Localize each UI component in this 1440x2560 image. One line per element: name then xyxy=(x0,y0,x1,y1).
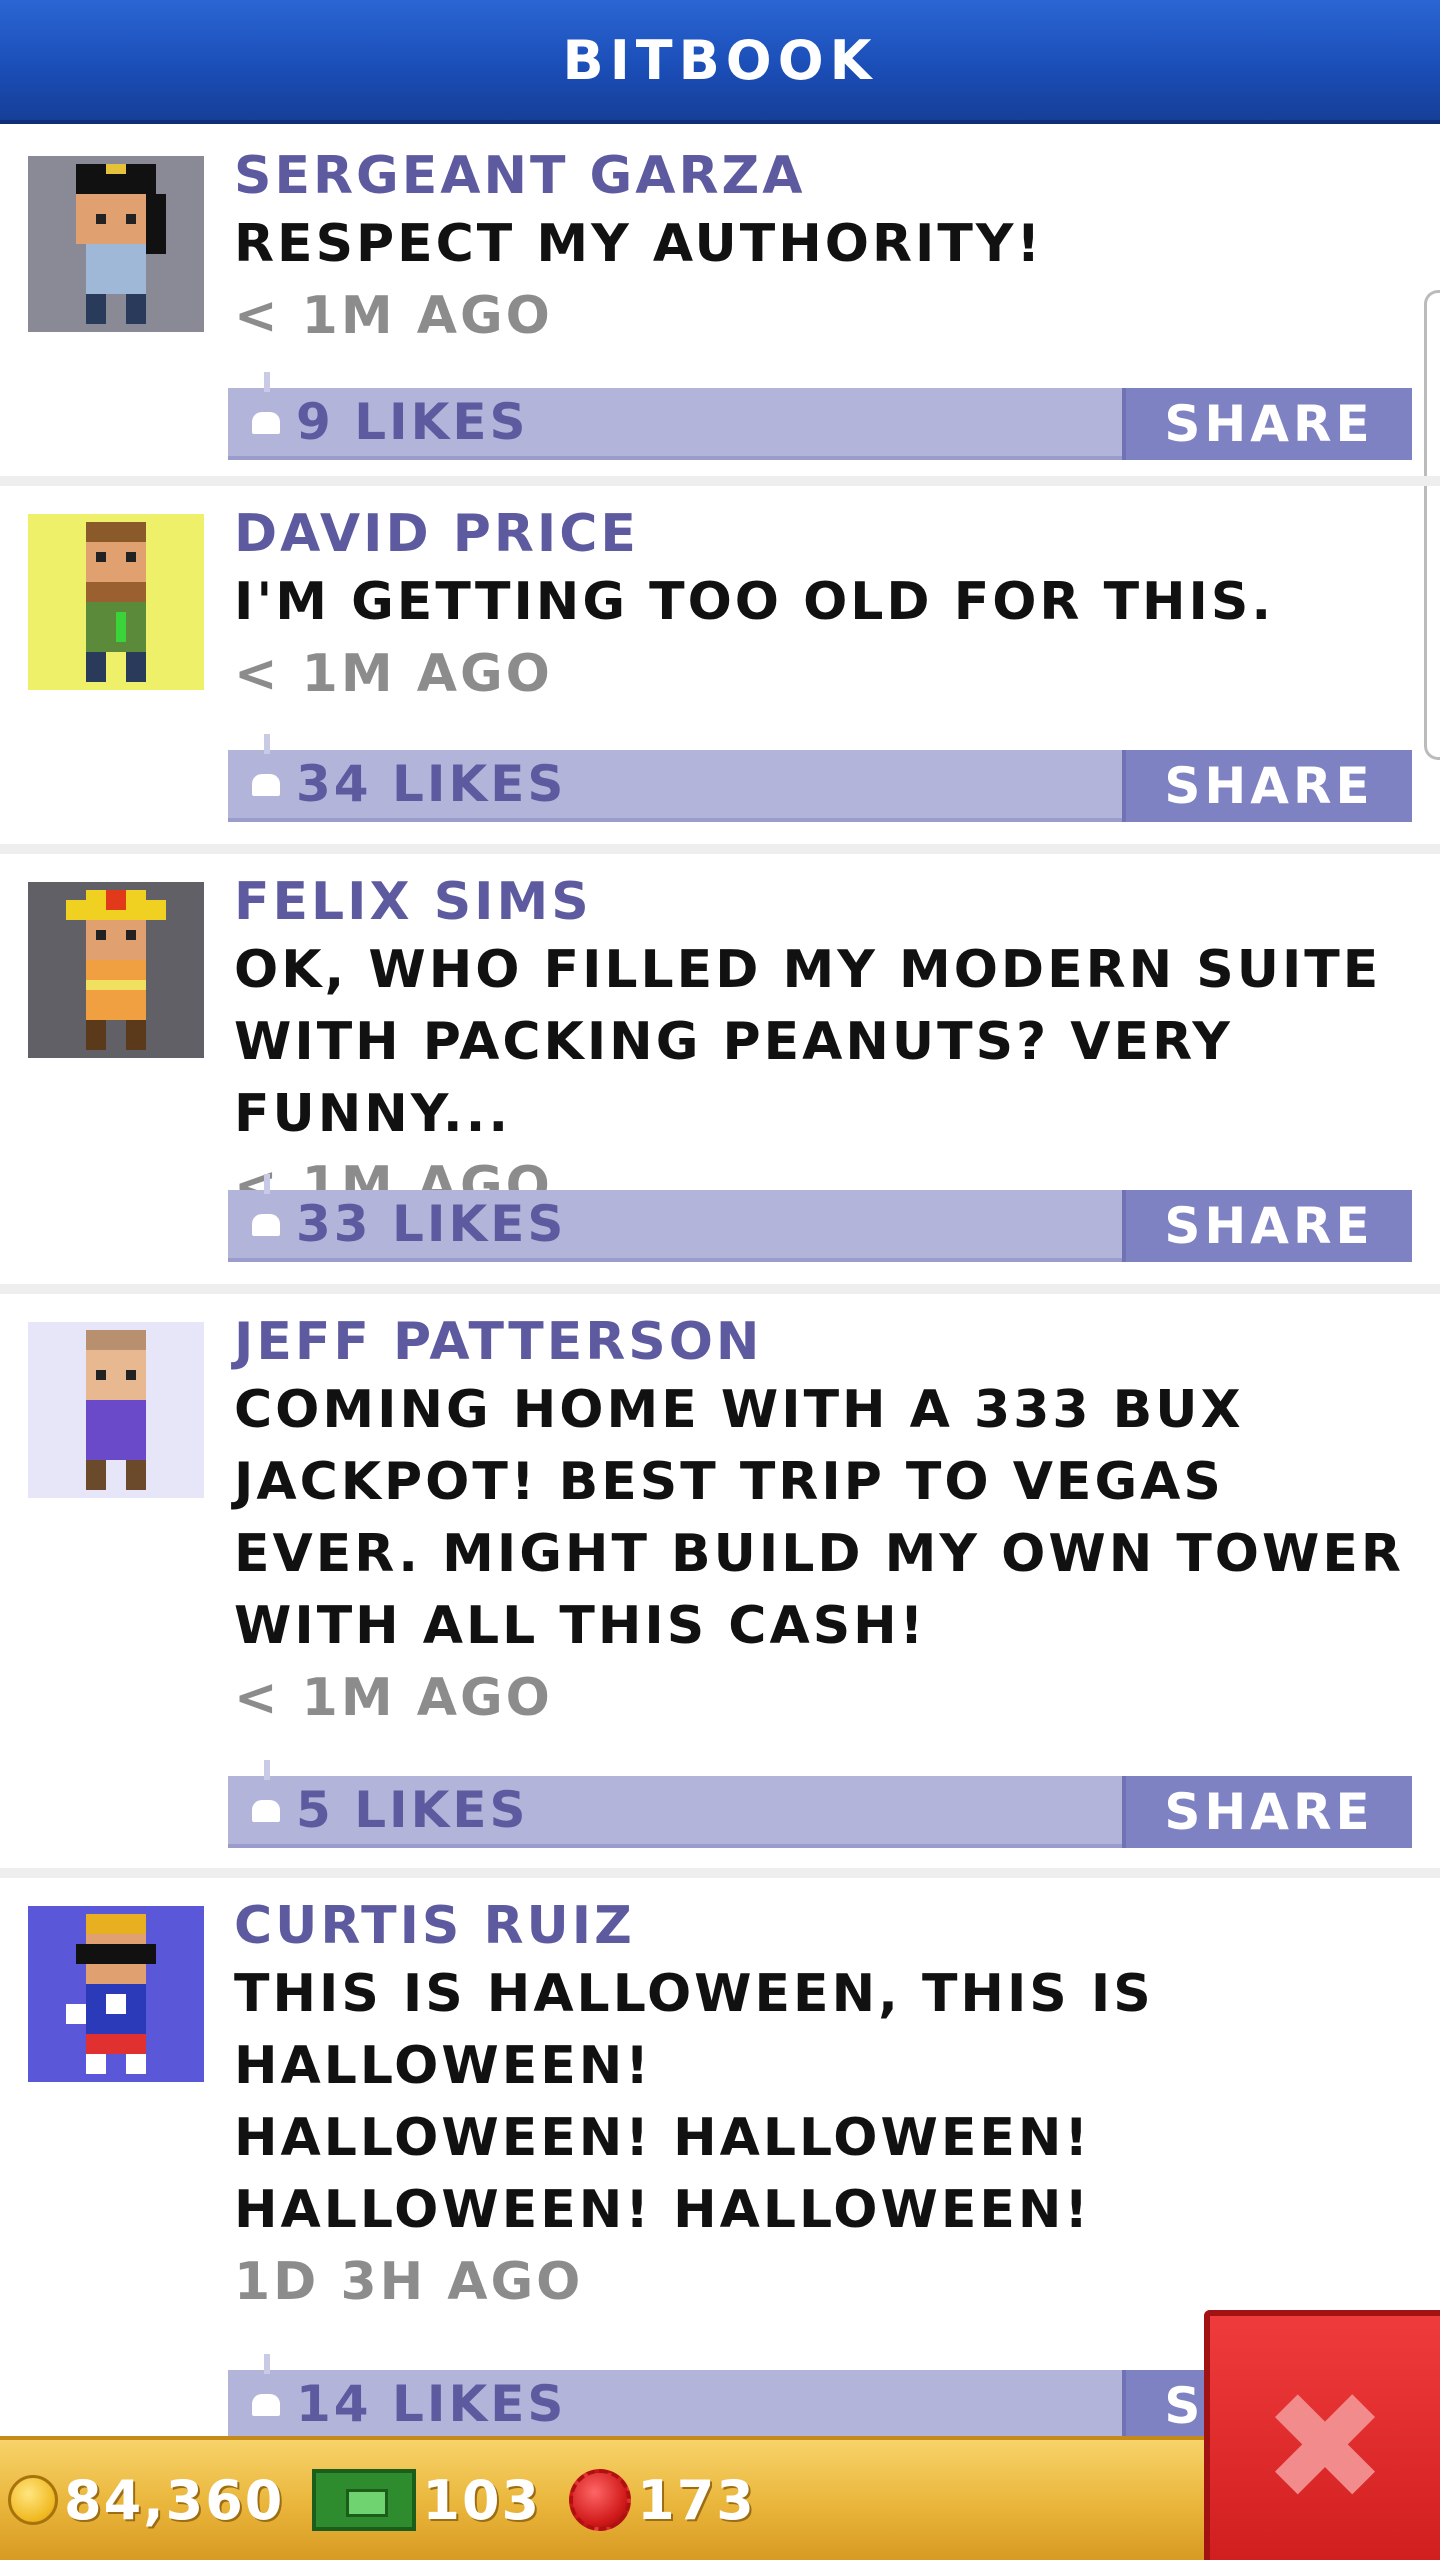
post-item: FELIX SIMS OK, WHO FILLED MY MODERN SUIT… xyxy=(0,854,1440,1294)
post-author[interactable]: CURTIS RUIZ xyxy=(234,1894,1412,1958)
avatar[interactable] xyxy=(28,156,204,332)
post-time: < 1M AGO xyxy=(234,286,553,346)
post-actions: 33 LIKES SHARE xyxy=(228,1174,1412,1262)
avatar[interactable] xyxy=(28,1322,204,1498)
post-message: RESPECT MY AUTHORITY! xyxy=(234,214,1044,274)
post-content: FELIX SIMS OK, WHO FILLED MY MODERN SUIT… xyxy=(234,870,1412,1222)
bux-icon xyxy=(312,2469,417,2531)
post-content: JEFF PATTERSON COMING HOME WITH A 333 BU… xyxy=(234,1310,1412,1734)
share-button[interactable]: SHARE xyxy=(1122,750,1412,822)
like-count[interactable]: 5 LIKES xyxy=(296,1781,529,1839)
post-content: SERGEANT GARZA RESPECT MY AUTHORITY! < 1… xyxy=(234,144,1412,352)
bald-character-icon xyxy=(86,1330,146,1490)
like-count[interactable]: 34 LIKES xyxy=(296,755,566,813)
post-message: I'M GETTING TOO OLD FOR THIS. xyxy=(234,572,1275,632)
coins-value: 84,360 xyxy=(64,2468,285,2532)
share-button[interactable]: SHARE xyxy=(1122,1190,1412,1262)
post-time: < 1M AGO xyxy=(234,644,553,704)
post-actions: 5 LIKES SHARE xyxy=(228,1760,1412,1848)
post-time: < 1M AGO xyxy=(234,1668,553,1728)
post-content: CURTIS RUIZ THIS IS HALLOWEEN, THIS IS H… xyxy=(234,1894,1412,2318)
gems-stat: 173 xyxy=(569,2469,756,2532)
like-icon[interactable] xyxy=(238,1760,290,1846)
like-count[interactable]: 14 LIKES xyxy=(296,2375,566,2433)
bux-stat: 103 xyxy=(312,2469,541,2532)
like-icon[interactable] xyxy=(238,372,290,458)
gem-icon xyxy=(569,2469,632,2531)
like-icon[interactable] xyxy=(238,734,290,820)
avatar[interactable] xyxy=(28,514,204,690)
avatar[interactable] xyxy=(28,1906,204,2082)
post-feed: SERGEANT GARZA RESPECT MY AUTHORITY! < 1… xyxy=(0,128,1440,2442)
firefighter-character-icon xyxy=(66,890,166,1050)
like-count[interactable]: 33 LIKES xyxy=(296,1195,566,1253)
close-button[interactable]: ✖ xyxy=(1204,2310,1440,2560)
app-header: BITBOOK xyxy=(0,0,1440,124)
post-author[interactable]: SERGEANT GARZA xyxy=(234,144,1412,208)
post-author[interactable]: JEFF PATTERSON xyxy=(234,1310,1412,1374)
post-actions: 9 LIKES SHARE xyxy=(228,372,1412,460)
post-item: DAVID PRICE I'M GETTING TOO OLD FOR THIS… xyxy=(0,486,1440,854)
coins-stat: 84,360 xyxy=(8,2469,284,2532)
police-character-icon xyxy=(76,164,166,324)
post-item: JEFF PATTERSON COMING HOME WITH A 333 BU… xyxy=(0,1294,1440,1878)
post-actions: 34 LIKES SHARE xyxy=(228,734,1412,822)
post-item: SERGEANT GARZA RESPECT MY AUTHORITY! < 1… xyxy=(0,128,1440,486)
bux-value: 103 xyxy=(422,2468,542,2532)
post-content: DAVID PRICE I'M GETTING TOO OLD FOR THIS… xyxy=(234,502,1412,710)
sunglasses-character-icon xyxy=(66,1914,156,2074)
like-count[interactable]: 9 LIKES xyxy=(296,393,529,451)
page-title: BITBOOK xyxy=(562,28,878,92)
like-icon[interactable] xyxy=(238,1174,290,1260)
close-icon: ✖ xyxy=(1262,2361,1388,2535)
gems-value: 173 xyxy=(637,2468,756,2532)
avatar[interactable] xyxy=(28,882,204,1058)
post-message: THIS IS HALLOWEEN, THIS IS HALLOWEEN! HA… xyxy=(234,1964,1154,2240)
post-author[interactable]: FELIX SIMS xyxy=(234,870,1412,934)
share-button[interactable]: SHARE xyxy=(1122,388,1412,460)
post-author[interactable]: DAVID PRICE xyxy=(234,502,1412,566)
like-icon[interactable] xyxy=(238,2354,290,2440)
bearded-character-icon xyxy=(86,522,146,682)
post-message: OK, WHO FILLED MY MODERN SUITE WITH PACK… xyxy=(234,940,1382,1144)
share-button[interactable]: SHARE xyxy=(1122,1776,1412,1848)
post-time: 1D 3H AGO xyxy=(234,2252,584,2312)
post-message: COMING HOME WITH A 333 BUX JACKPOT! BEST… xyxy=(234,1380,1404,1656)
coin-icon xyxy=(8,2475,58,2525)
